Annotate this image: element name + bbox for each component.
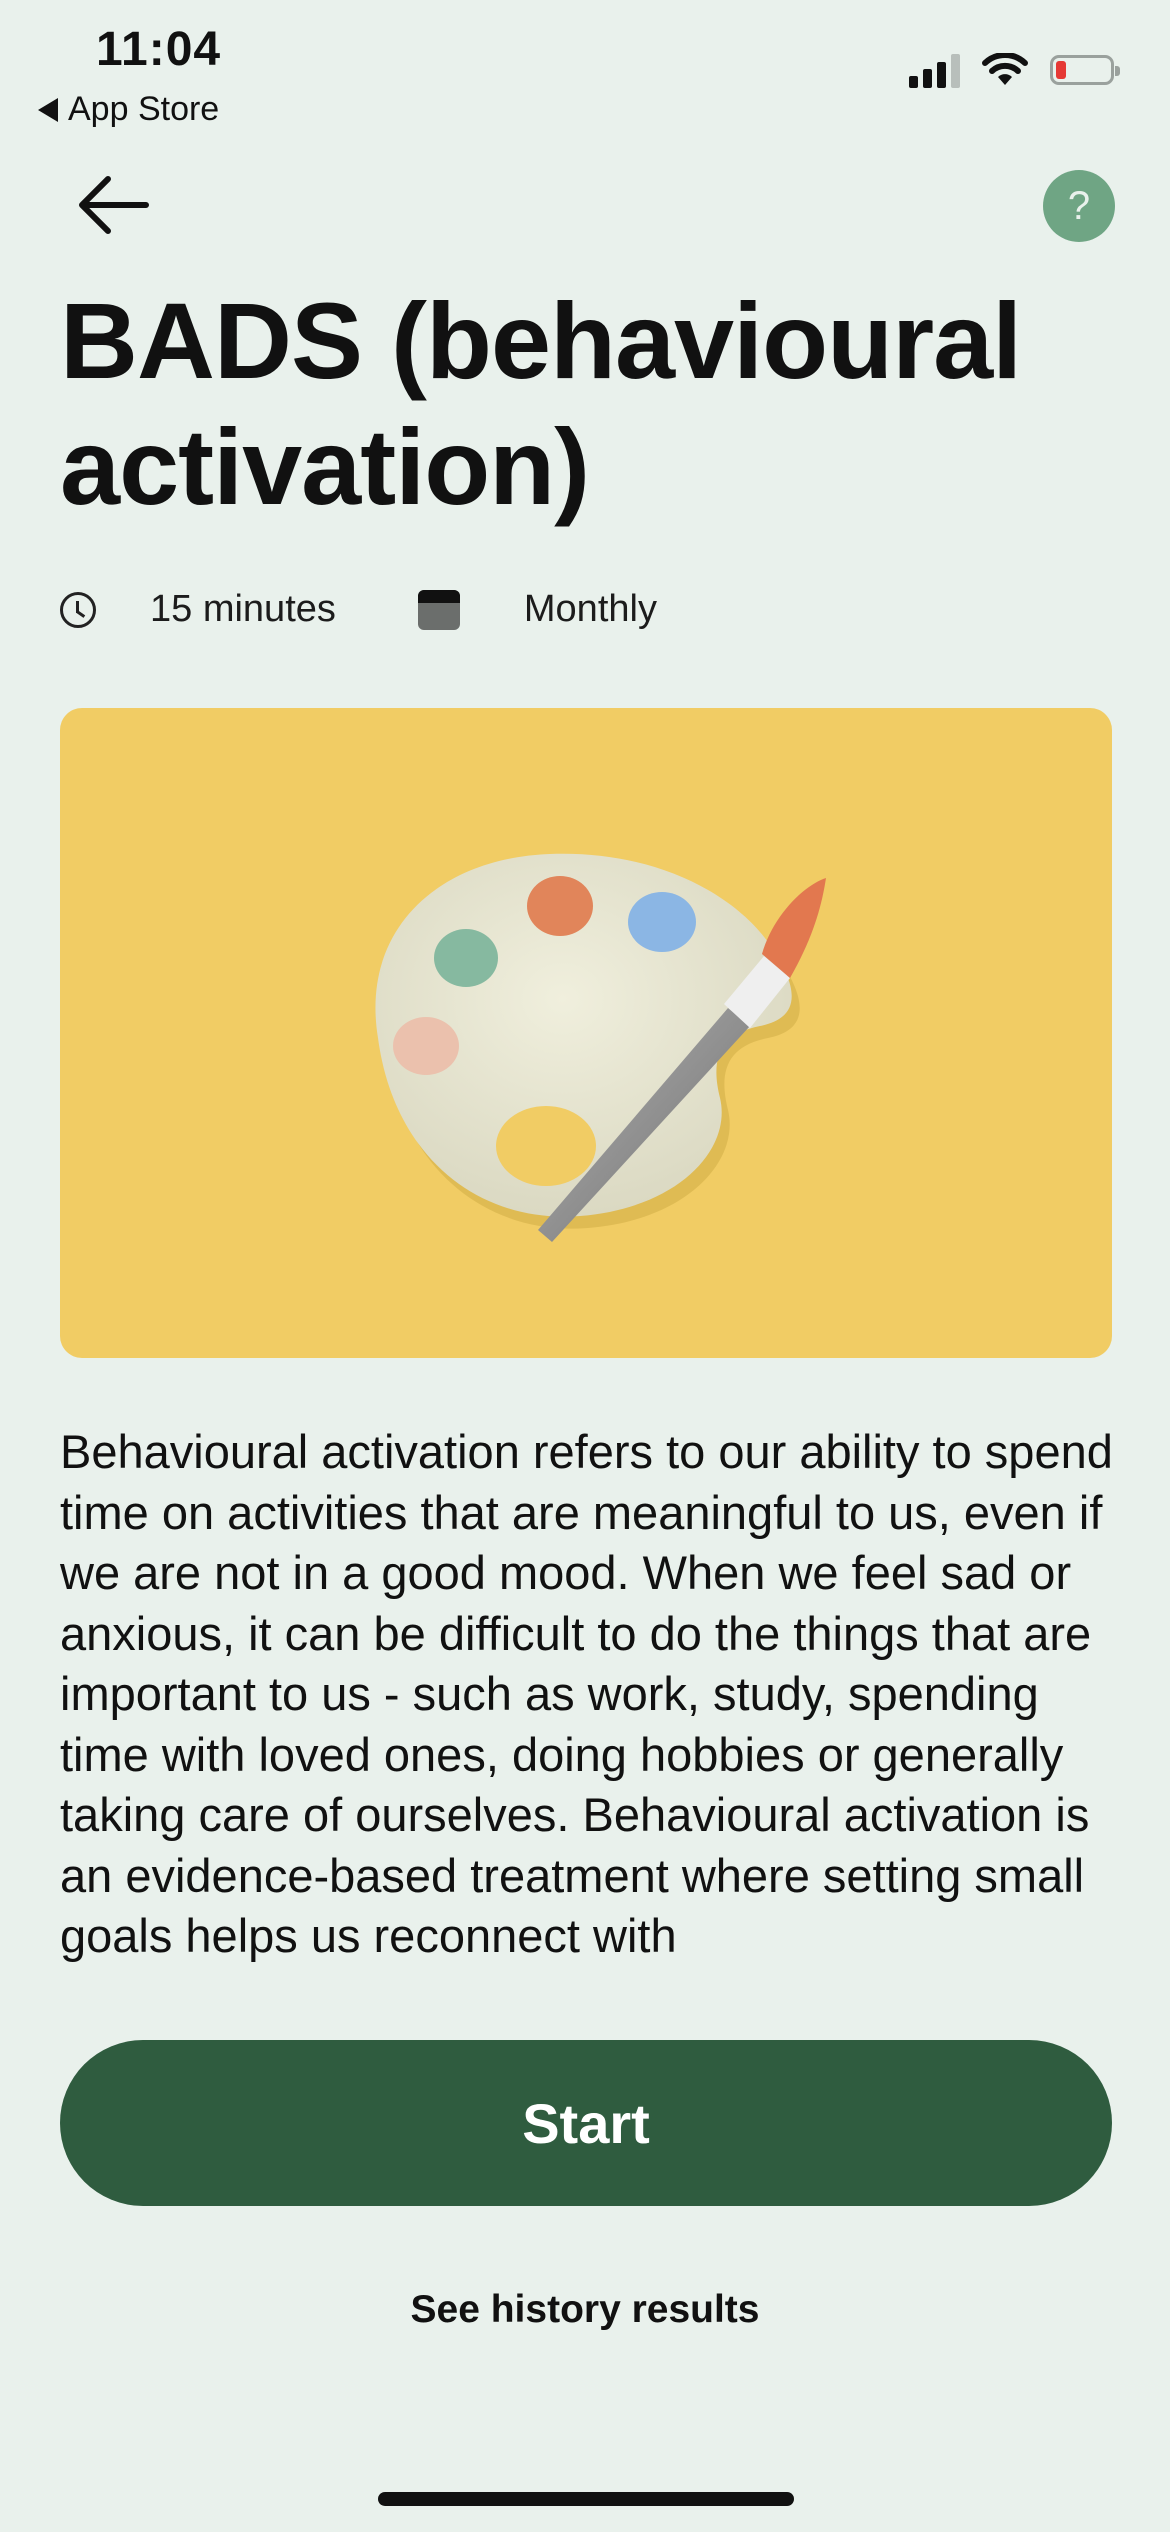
description-text: Behavioural activation refers to our abi…	[60, 1425, 1113, 1962]
hero-illustration	[60, 708, 1112, 1358]
battery-icon	[1050, 55, 1120, 85]
back-to-app-store[interactable]: App Store	[38, 90, 219, 129]
frequency-label: Monthly	[523, 588, 657, 630]
calendar-icon	[417, 589, 460, 630]
arrow-left-icon	[79, 176, 149, 234]
status-indicators	[909, 52, 1120, 88]
see-history-results-link[interactable]: See history results	[0, 2288, 1170, 2332]
page-title: BADS (behavioural activation)	[60, 280, 1022, 527]
paint-palette-icon	[375, 853, 826, 1242]
assessment-meta: 15 minutes Monthly	[60, 588, 657, 631]
wifi-icon	[982, 53, 1028, 85]
duration-label: 15 minutes	[150, 588, 336, 630]
start-button[interactable]: Start	[60, 2040, 1112, 2206]
home-indicator[interactable]	[378, 2492, 794, 2506]
status-time: 11:04	[96, 23, 222, 76]
help-button[interactable]: ?	[1043, 170, 1115, 242]
cellular-signal-icon	[909, 52, 960, 88]
back-button[interactable]	[74, 170, 154, 240]
frequency-info: Monthly	[336, 588, 657, 631]
help-icon: ?	[1067, 183, 1091, 228]
battery-level	[1056, 61, 1066, 79]
screen: 11:04 App Store ? BADS (behavioural acti…	[0, 0, 1170, 2532]
back-triangle-icon	[38, 97, 58, 122]
back-to-app-label: App Store	[68, 90, 220, 128]
duration-info: 15 minutes	[60, 588, 336, 631]
clock-icon	[60, 591, 96, 628]
